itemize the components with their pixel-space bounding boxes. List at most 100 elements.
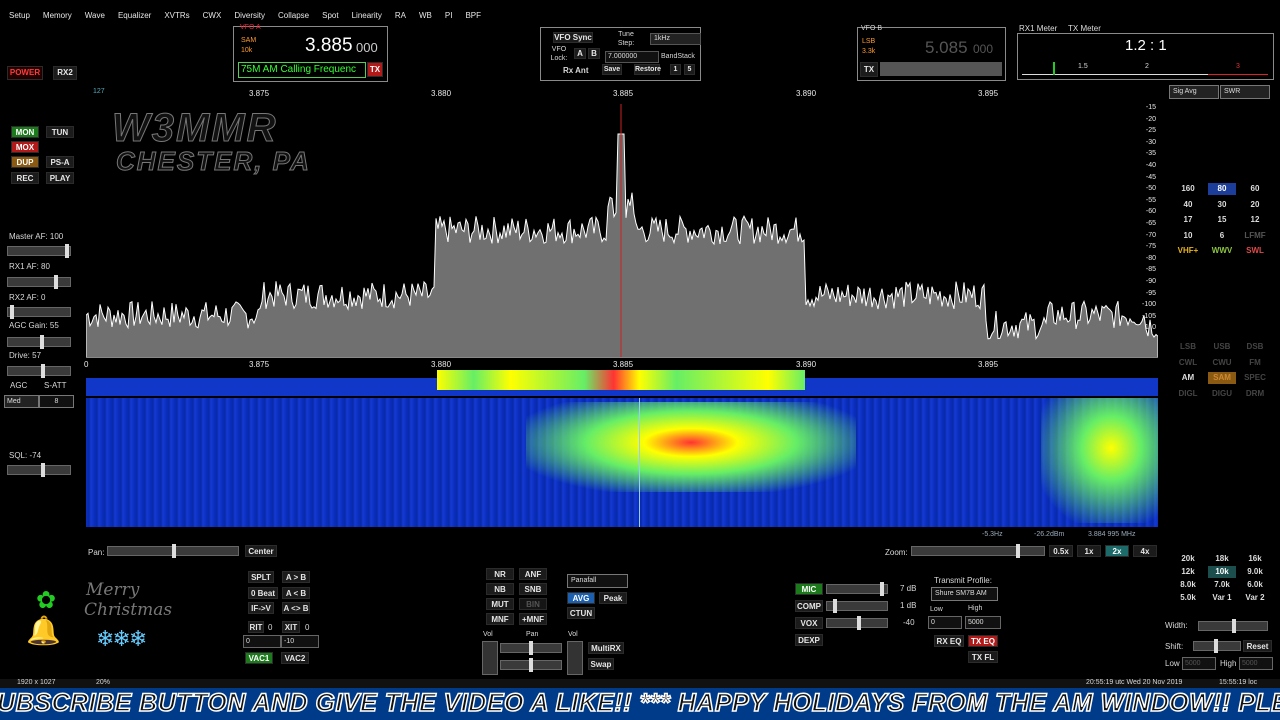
xit-button[interactable]: XIT: [282, 621, 300, 633]
tx-profile-select[interactable]: Shure SM7B AM: [931, 587, 998, 601]
menu-item-xvtrs[interactable]: XVTRs: [164, 11, 189, 20]
filter-button-9.0k[interactable]: 9.0k: [1241, 566, 1269, 578]
sql-label[interactable]: SQL: -74: [9, 451, 41, 460]
mode-button-digu[interactable]: DIGU: [1208, 388, 1236, 400]
width-slider[interactable]: [1198, 619, 1268, 633]
filter-button-20k[interactable]: 20k: [1174, 553, 1202, 565]
a-swap-b-button[interactable]: A <> B: [282, 602, 310, 614]
multirx-button[interactable]: MultiRX: [588, 642, 624, 654]
menu-item-ra[interactable]: RA: [395, 11, 406, 20]
rx1-af-slider[interactable]: [7, 275, 71, 289]
vfo-lock-a[interactable]: A: [574, 48, 586, 59]
bin-button[interactable]: BIN: [519, 598, 547, 610]
agc-select[interactable]: Med: [4, 395, 39, 408]
menu-item-diversity[interactable]: Diversity: [234, 11, 265, 20]
ctun-button[interactable]: CTUN: [567, 607, 595, 619]
bandstack-frequency[interactable]: 7.000000: [605, 51, 659, 63]
high-field[interactable]: 5000: [1239, 657, 1273, 670]
rx-ant-label[interactable]: Rx Ant: [563, 66, 588, 75]
menu-item-linearity[interactable]: Linearity: [352, 11, 382, 20]
menu-item-spot[interactable]: Spot: [322, 11, 338, 20]
filter-button-var-2[interactable]: Var 2: [1241, 592, 1269, 604]
zoom-2x[interactable]: 2x: [1105, 545, 1129, 557]
band-button-17[interactable]: 17: [1174, 214, 1202, 226]
vac2-button[interactable]: VAC2: [281, 652, 309, 664]
center-button[interactable]: Center: [245, 545, 277, 557]
snb-button[interactable]: SNB: [519, 583, 547, 595]
mode-button-drm[interactable]: DRM: [1241, 388, 1269, 400]
vfo-a-frequency[interactable]: 3.885: [305, 35, 353, 57]
low-field[interactable]: 5000: [1182, 657, 1216, 670]
dexp-button[interactable]: DEXP: [795, 634, 823, 646]
filter-button-10k[interactable]: 10k: [1208, 566, 1236, 578]
mode-button-digl[interactable]: DIGL: [1174, 388, 1202, 400]
menu-item-equalizer[interactable]: Equalizer: [118, 11, 151, 20]
anf-button[interactable]: ANF: [519, 568, 547, 580]
menu-item-cwx[interactable]: CWX: [203, 11, 222, 20]
restore-button[interactable]: Restore: [634, 64, 661, 75]
comp-slider[interactable]: [826, 599, 888, 613]
rx-eq-button[interactable]: RX EQ: [934, 635, 964, 647]
stack-1-button[interactable]: 1: [670, 64, 681, 75]
band-button-80[interactable]: 80: [1208, 183, 1236, 195]
peak-button[interactable]: Peak: [599, 592, 627, 604]
master-af-slider[interactable]: [7, 244, 71, 258]
mode-button-usb[interactable]: USB: [1208, 341, 1236, 353]
filter-button-18k[interactable]: 18k: [1208, 553, 1236, 565]
xit-field[interactable]: -10: [281, 635, 319, 648]
comp-button[interactable]: COMP: [795, 600, 823, 612]
menu-item-wb[interactable]: WB: [419, 11, 432, 20]
tx-fl-button[interactable]: TX FL: [968, 651, 998, 663]
filter-button-16k[interactable]: 16k: [1241, 553, 1269, 565]
mode-button-cwl[interactable]: CWL: [1174, 357, 1202, 369]
nb-button[interactable]: NB: [486, 583, 514, 595]
vfo-a-memo[interactable]: 75M AM Calling Frequenc: [238, 62, 366, 78]
menu-item-bpf[interactable]: BPF: [465, 11, 481, 20]
power-button[interactable]: POWER: [7, 66, 43, 80]
mode-button-sam[interactable]: SAM: [1208, 372, 1236, 384]
mode-button-spec[interactable]: SPEC: [1241, 372, 1269, 384]
drive-slider[interactable]: [7, 364, 71, 378]
rit-field[interactable]: 0: [243, 635, 281, 648]
avg-button[interactable]: AVG: [567, 592, 595, 604]
shift-slider[interactable]: [1193, 639, 1241, 653]
filter-button-6.0k[interactable]: 6.0k: [1241, 579, 1269, 591]
band-button-10[interactable]: 10: [1174, 230, 1202, 242]
mode-button-fm[interactable]: FM: [1241, 357, 1269, 369]
plus-mnf-button[interactable]: +MNF: [519, 613, 547, 625]
vol-slider-1[interactable]: [482, 641, 498, 675]
display-mode-select[interactable]: Panafall: [567, 574, 628, 588]
rec-button[interactable]: REC: [11, 172, 39, 184]
nr-button[interactable]: NR: [486, 568, 514, 580]
tx-meter-select[interactable]: SWR: [1220, 85, 1270, 99]
pan-slider-1[interactable]: [500, 641, 562, 655]
vfo-a-frequency-sub[interactable]: 000: [356, 40, 378, 55]
band-button-6[interactable]: 6: [1208, 230, 1236, 242]
filter-button-12k[interactable]: 12k: [1174, 566, 1202, 578]
sql-slider[interactable]: [7, 463, 71, 477]
mox-button[interactable]: MOX: [11, 141, 39, 153]
menu-item-pi[interactable]: PI: [445, 11, 453, 20]
band-button-160[interactable]: 160: [1174, 183, 1202, 195]
band-button-vhf-plus[interactable]: VHF+: [1174, 245, 1202, 257]
shift-reset-button[interactable]: Reset: [1243, 640, 1272, 652]
vox-slider[interactable]: [826, 616, 888, 630]
zero-beat-button[interactable]: 0 Beat: [248, 587, 278, 599]
pan-slider-2[interactable]: [500, 658, 562, 672]
vox-button[interactable]: VOX: [795, 617, 823, 629]
mode-button-am[interactable]: AM: [1174, 372, 1202, 384]
mute-button[interactable]: MUT: [486, 598, 514, 610]
dup-button[interactable]: DUP: [11, 156, 39, 168]
band-button-15[interactable]: 15: [1208, 214, 1236, 226]
tune-step-select[interactable]: 1kHz: [650, 33, 701, 45]
if-v-button[interactable]: IF->V: [248, 602, 274, 614]
vfo-b-memo[interactable]: [880, 62, 1002, 76]
satt-stepper[interactable]: 8: [39, 395, 74, 408]
menu-item-setup[interactable]: Setup: [9, 11, 30, 20]
mon-button[interactable]: MON: [11, 126, 39, 138]
vfo-b-tx-button[interactable]: TX: [860, 62, 878, 77]
filter-button-var-1[interactable]: Var 1: [1208, 592, 1236, 604]
tx-high-field[interactable]: 5000: [965, 616, 1001, 629]
band-button-lfmf[interactable]: LFMF: [1241, 230, 1269, 242]
band-button-swl[interactable]: SWL: [1241, 245, 1269, 257]
